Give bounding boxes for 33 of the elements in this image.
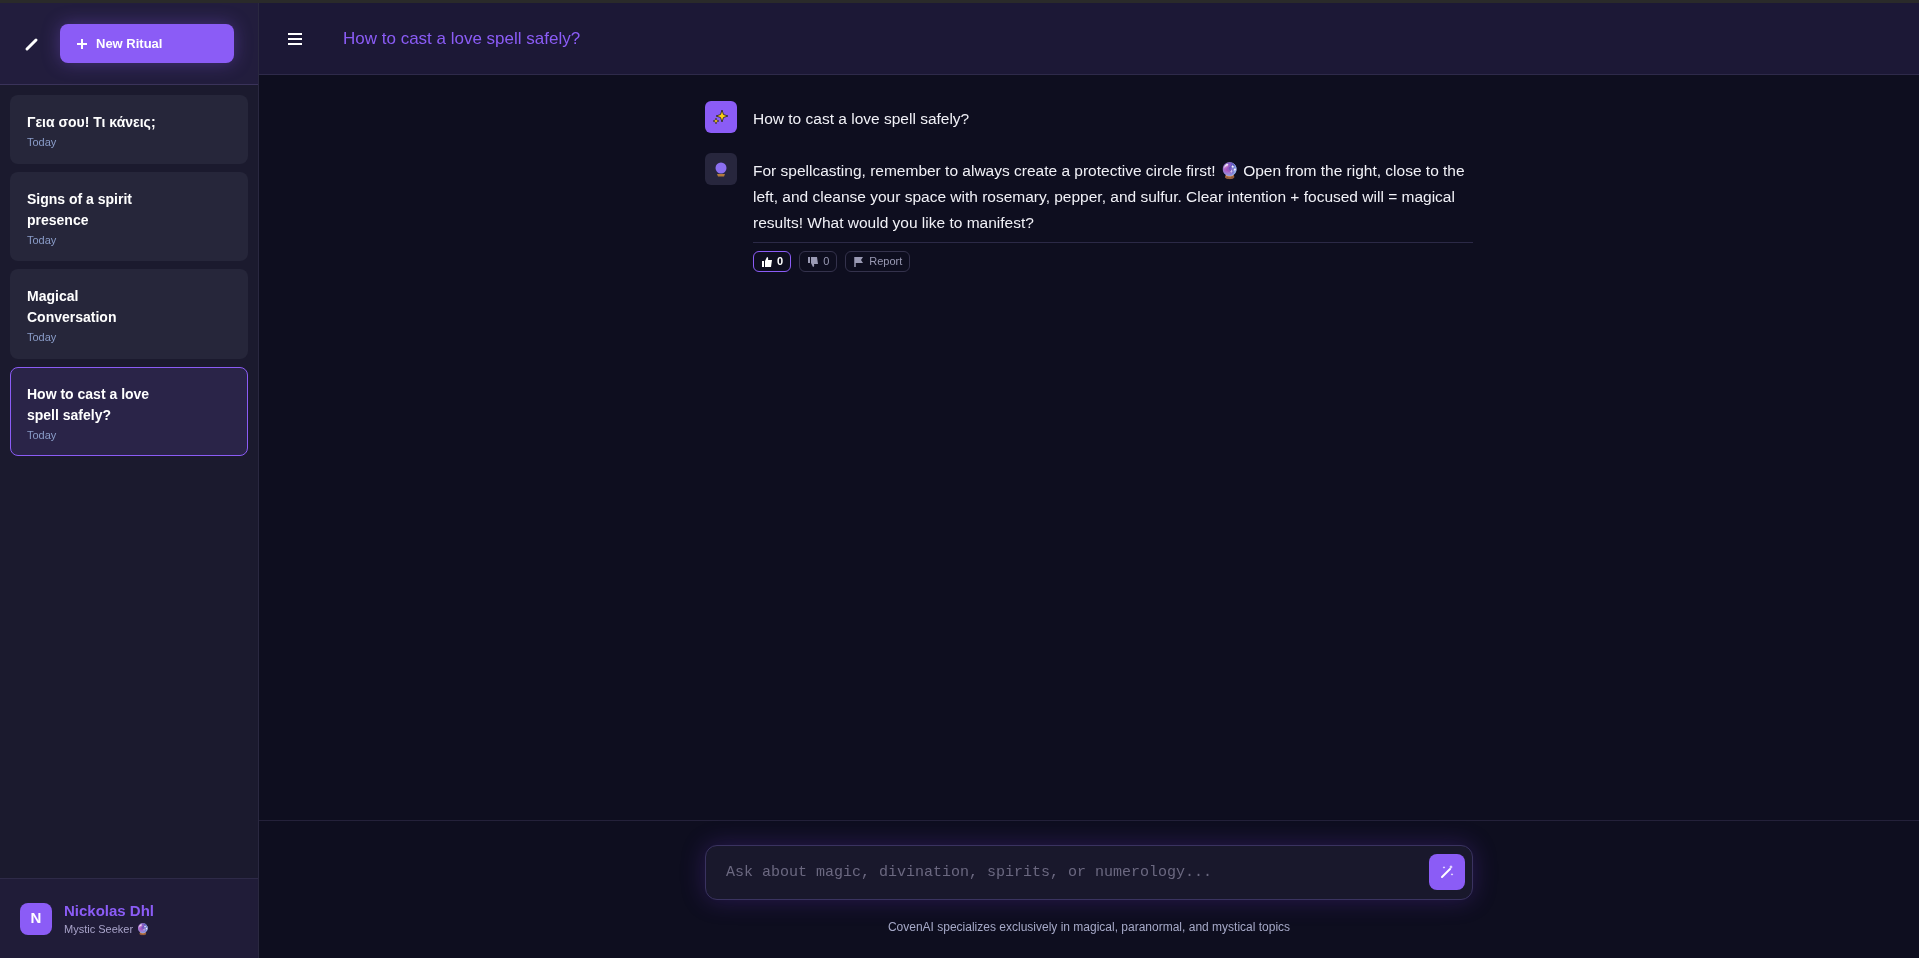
chat-title: How to cast a love spell safely? [343,27,581,50]
conversation-date: Today [27,427,58,443]
crystal-ball-icon [713,161,729,177]
conversation-date: Today [27,135,58,150]
user-message: How to cast a love spell safely? [753,109,971,129]
conversation-date: Today [27,330,58,345]
thumbs-up-icon [761,255,773,268]
new-ritual-button[interactable]: New Ritual [60,24,234,63]
thumbs-down-icon [807,255,820,268]
message-input[interactable]: Ask about magic, divination, spirits, or numerology... [705,845,1473,900]
conversation-item[interactable]: Magical Conversation Today [10,269,248,359]
like-button[interactable]: 0 [753,251,792,272]
user-name: Nickolas Dhl [64,900,155,921]
user-role: Mystic Seeker 🔮 [64,921,152,937]
report-button[interactable]: Report [845,251,911,272]
sparkles-icon [711,107,731,127]
conversation-date: Today [27,232,58,248]
conversation-title: How to cast a love spell safely? [27,384,151,425]
plus-icon [76,37,88,50]
dislike-button[interactable]: 0 [799,251,838,272]
menu-icon[interactable] [287,30,303,47]
conversation-title: Magical Conversation [27,287,118,327]
assistant-message: For spellcasting, remember to always create a protective circle first! 🔮 Open from the right, close to the left, and cleanse your space with rosemary, pepper, and sulfur. Clear intention + focused will = magical results! What would you like to manifest? [753,161,1466,233]
user-avatar: N [20,902,52,935]
conversation-item[interactable]: How to cast a love spell safely? Today [10,366,248,456]
flag-icon [853,255,866,268]
conversation-item[interactable]: Signs of a spirit presence Today [10,171,248,261]
conversation-item[interactable]: Γεια σου! Τι κάνεις; Today [10,95,248,164]
conversation-title: Signs of a spirit presence [27,189,133,230]
send-button[interactable] [1429,854,1465,890]
magic-wand-icon [1439,864,1455,880]
conversation-title: Γεια σου! Τι κάνεις; [27,113,157,132]
disclaimer-text: CovenAI specializes exclusively in magical, paranormal, and mystical topics [887,919,1291,936]
